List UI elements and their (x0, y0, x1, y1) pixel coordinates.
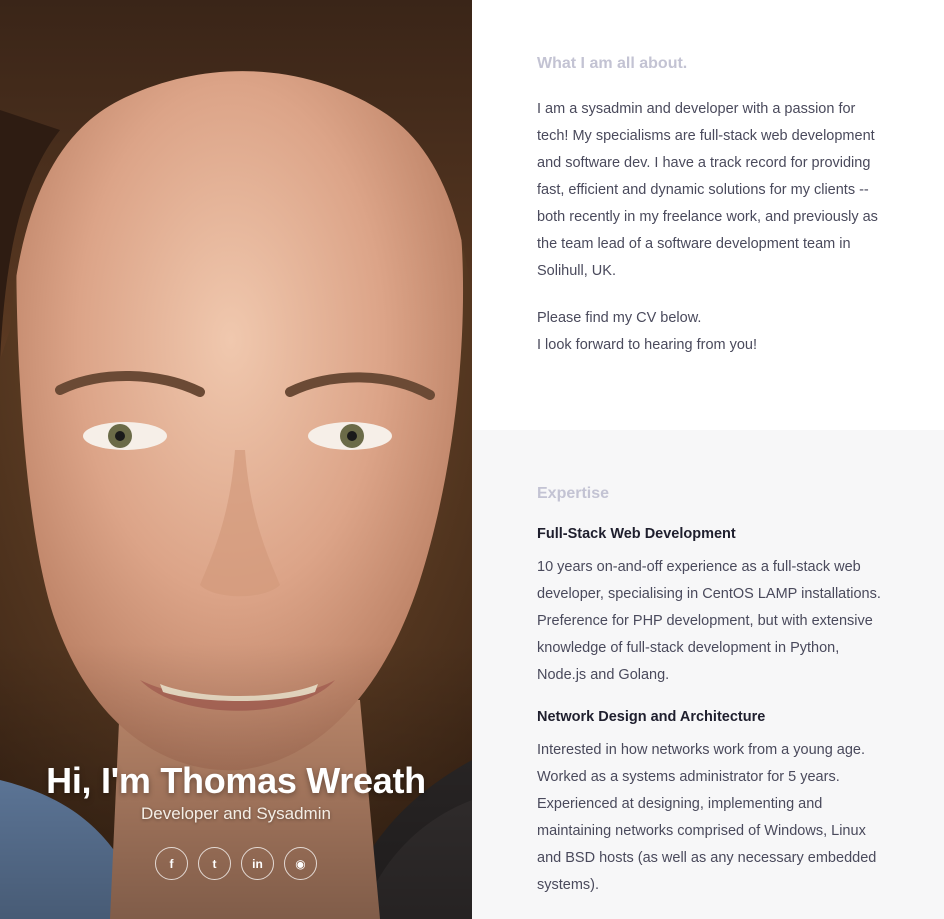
social-links: f t in ◉ (0, 847, 472, 880)
cv-note-line-1: Please find my CV below. (537, 310, 702, 326)
expertise-text: 10 years on-and-off experience as a full… (537, 559, 881, 683)
about-cv-note: Please find my CV below. I look forward … (537, 305, 884, 359)
expertise-item: Full-Stack Web Development 10 years on-a… (537, 526, 884, 689)
expertise-section: Expertise Full-Stack Web Development 10 … (472, 430, 944, 919)
facebook-icon[interactable]: f (155, 847, 188, 880)
about-paragraph: I am a sysadmin and developer with a pas… (537, 101, 878, 279)
cv-note-line-2: I look forward to hearing from you! (537, 337, 758, 353)
hero-subtitle: Developer and Sysadmin (141, 804, 331, 823)
expertise-heading: Network Design and Architecture (537, 709, 766, 725)
expertise-text: Interested in how networks work from a y… (537, 742, 877, 893)
github-icon[interactable]: ◉ (284, 847, 317, 880)
expertise-title: Expertise (537, 485, 610, 502)
about-section: What I am all about. I am a sysadmin and… (472, 0, 944, 430)
hero-name: Hi, I'm Thomas Wreath (46, 760, 426, 801)
expertise-heading: Full-Stack Web Development (537, 526, 736, 542)
linkedin-icon[interactable]: in (241, 847, 274, 880)
expertise-item: Network Design and Architecture Interest… (537, 709, 884, 899)
about-title: What I am all about. (537, 55, 688, 72)
hero-panel: Hi, I'm Thomas Wreath Developer and Sysa… (0, 0, 472, 919)
twitter-icon[interactable]: t (198, 847, 231, 880)
